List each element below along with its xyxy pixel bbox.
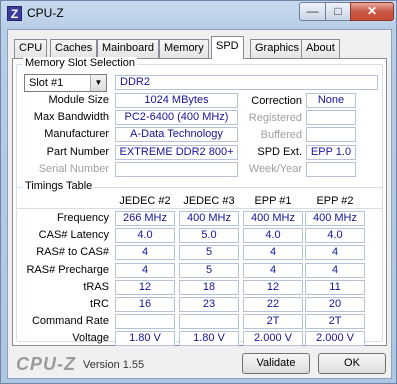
minimize-button[interactable]: — — [299, 2, 326, 21]
registered-field — [306, 110, 356, 125]
column-header: JEDEC #3 — [183, 195, 235, 207]
close-button[interactable]: ✕ — [350, 2, 394, 21]
memory-slot-group-title: Memory Slot Selection — [23, 57, 138, 69]
timing-cell: 16 — [115, 297, 175, 312]
validate-button[interactable]: Validate — [242, 353, 310, 374]
timing-cell: 4 — [305, 263, 365, 278]
week-year-field — [306, 162, 356, 177]
timing-cell: 5 — [179, 245, 239, 260]
buffered-label: Buffered — [260, 129, 302, 141]
timing-row-label: Voltage — [72, 332, 109, 344]
tab-cpu[interactable]: CPU — [14, 39, 48, 58]
maximize-button[interactable]: □ — [325, 2, 351, 21]
cpuz-app-icon: Z — [7, 6, 22, 21]
cpuz-window: Z CPU-Z — □ ✕ CPU Caches Mainboard Memor… — [0, 0, 397, 384]
timing-cell: 4 — [243, 263, 303, 278]
correction-field: None — [306, 93, 356, 108]
serial-number-field — [115, 162, 238, 177]
module-size-field: 1024 MBytes — [115, 93, 238, 108]
cpuz-brand-logo: CPU-Z — [16, 354, 76, 374]
timing-cell: 22 — [243, 297, 303, 312]
max-bandwidth-label: Max Bandwidth — [33, 111, 109, 123]
manufacturer-label: Manufacturer — [44, 128, 109, 140]
max-bandwidth-field: PC2-6400 (400 MHz) — [115, 110, 238, 125]
timing-cell: 4 — [115, 245, 175, 260]
timing-cell: 2.000 V — [243, 331, 303, 346]
timing-cell: 1.80 V — [179, 331, 239, 346]
buffered-field — [306, 127, 356, 142]
column-header: EPP #1 — [254, 195, 292, 207]
correction-label: Correction — [251, 95, 302, 107]
chevron-down-icon: ▼ — [90, 75, 106, 91]
memory-type-field: DDR2 — [115, 75, 378, 90]
timing-cell: 2T — [305, 314, 365, 329]
timing-cell: 2.000 V — [305, 331, 365, 346]
timing-row-label: Command Rate — [31, 315, 109, 327]
registered-label: Registered — [248, 112, 302, 124]
tab-caches[interactable]: Caches — [50, 39, 98, 58]
timing-cell: 400 MHz — [179, 211, 239, 226]
timing-cell: 400 MHz — [305, 211, 365, 226]
tab-graphics[interactable]: Graphics — [250, 39, 305, 58]
tab-memory[interactable]: Memory — [159, 39, 209, 58]
timings-group-title: Timings Table — [23, 180, 95, 192]
timing-cell: 20 — [305, 297, 365, 312]
spd-ext-field: EPP 1.0 — [306, 145, 356, 160]
timing-cell: 400 MHz — [243, 211, 303, 226]
tab-spd[interactable]: SPD — [211, 36, 244, 59]
tab-about[interactable]: About — [301, 39, 340, 58]
part-number-label: Part Number — [46, 146, 109, 158]
timing-cell: 5 — [179, 263, 239, 278]
slot-select[interactable]: Slot #1 ▼ — [24, 74, 107, 92]
timing-cell: 12 — [243, 280, 303, 295]
timing-cell: 4 — [305, 245, 365, 260]
column-header: JEDEC #2 — [119, 195, 171, 207]
window-title: CPU-Z — [27, 6, 64, 20]
serial-number-label: Serial Number — [38, 163, 109, 175]
timing-cell: 18 — [179, 280, 239, 295]
week-year-label: Week/Year — [248, 163, 302, 175]
timing-row-label: RAS# to CAS# — [36, 246, 109, 258]
timing-row-label: tRAS — [83, 281, 109, 293]
manufacturer-field: A-Data Technology — [115, 127, 238, 142]
timing-row-label: tRC — [90, 298, 109, 310]
timing-cell: 4 — [243, 245, 303, 260]
column-header: EPP #2 — [316, 195, 354, 207]
timing-cell: 2T — [243, 314, 303, 329]
title-bar[interactable]: Z CPU-Z — □ ✕ — [1, 1, 396, 27]
version-text: Version 1.55 — [83, 359, 145, 371]
timing-cell: 4 — [115, 263, 175, 278]
slot-select-value: Slot #1 — [29, 77, 64, 89]
timing-cell: 4.0 — [305, 228, 365, 243]
timings-group: Timings Table JEDEC #2 JEDEC #3 EPP #1 E… — [16, 180, 383, 346]
spd-panel: Memory Slot Selection Slot #1 ▼ DDR2 Mod… — [12, 57, 387, 346]
timing-row-label: Frequency — [57, 212, 109, 224]
footer-bar: CPU-Z Version 1.55 Validate OK — [8, 348, 391, 380]
timing-cell: 23 — [179, 297, 239, 312]
timing-cell: 266 MHz — [115, 211, 175, 226]
timing-cell: 4.0 — [115, 228, 175, 243]
timing-row-label: RAS# Precharge — [26, 264, 109, 276]
tab-mainboard[interactable]: Mainboard — [97, 39, 159, 58]
spd-ext-label: SPD Ext. — [257, 146, 302, 158]
client-area: CPU Caches Mainboard Memory SPD Graphics… — [7, 29, 392, 379]
timing-cell: 5.0 — [179, 228, 239, 243]
timing-cell: 1.80 V — [115, 331, 175, 346]
ok-button[interactable]: OK — [318, 353, 386, 374]
part-number-field: EXTREME DDR2 800+ — [115, 145, 238, 160]
timing-cell: 11 — [305, 280, 365, 295]
timing-cell — [115, 314, 175, 329]
timing-cell — [179, 314, 239, 329]
timing-cell: 4.0 — [243, 228, 303, 243]
timing-row-label: CAS# Latency — [38, 229, 109, 241]
module-size-label: Module Size — [48, 94, 109, 106]
timing-cell: 12 — [115, 280, 175, 295]
